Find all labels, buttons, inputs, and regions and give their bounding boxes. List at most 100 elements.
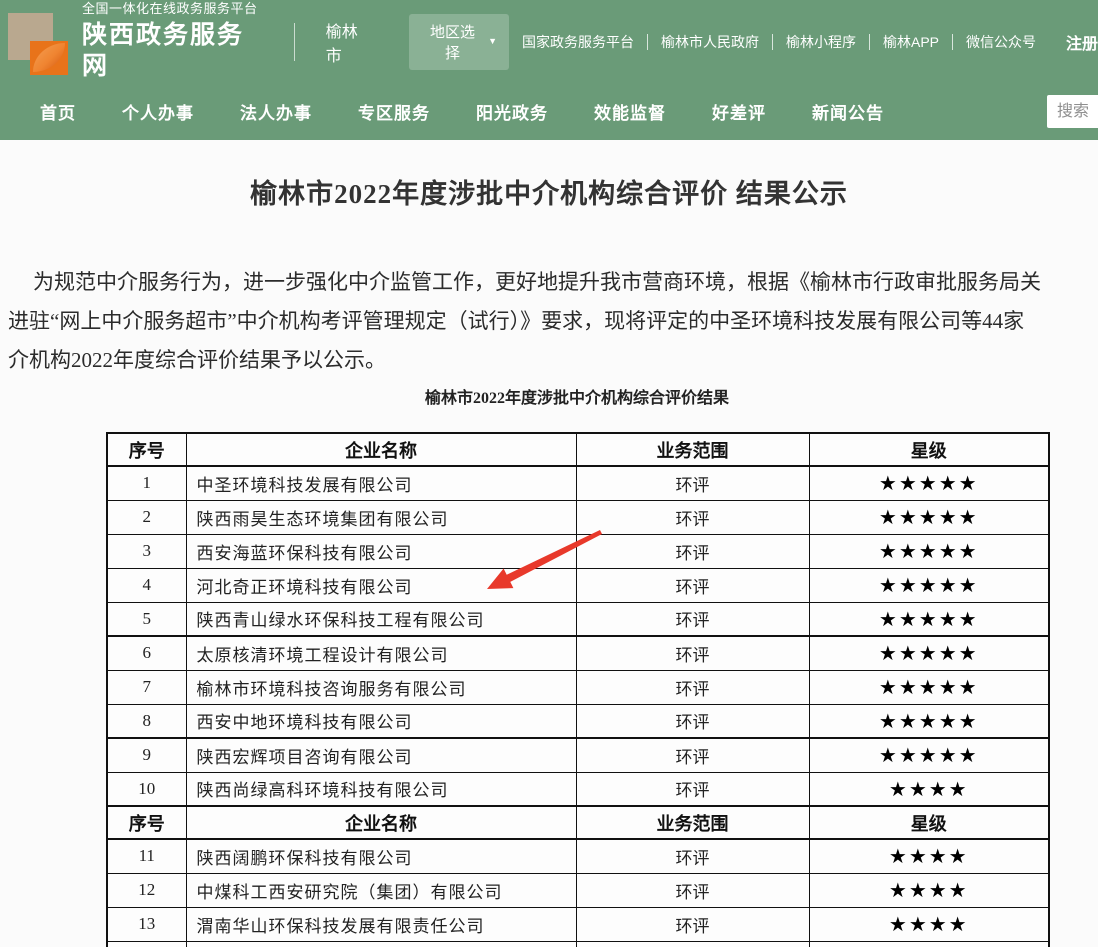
stars-cell: ★★★★★ (809, 670, 1049, 704)
table-header-row: 序号企业名称业务范围星级 (107, 433, 1049, 466)
table-row: 1中圣环境科技发展有限公司环评★★★★★ (107, 466, 1049, 500)
table-row: 12中煤科工西安研究院（集团）有限公司环评★★★★ (107, 873, 1049, 907)
scope-cell: 环评 (576, 772, 809, 806)
column-header: 企业名称 (186, 806, 576, 839)
top-link[interactable]: 国家政务服务平台 (509, 34, 648, 50)
stars-cell: ★★★★★ (809, 500, 1049, 534)
document-content: 榆林市2022年度涉批中介机构综合评价 结果公示 为规范中介服务行为，进一步强化… (0, 140, 1098, 947)
paragraph-line: 介机构2022年度综合评价结果予以公示。 (8, 341, 1098, 380)
main-nav: 首页 个人办事 法人办事 专区服务 阳光政务 效能监督 好差评 新闻公告 (0, 83, 1098, 140)
nav-item-2[interactable]: 个人办事 (122, 99, 194, 124)
company-name-cell: 西安中地环境科技有限公司 (186, 704, 576, 738)
site-logo[interactable] (8, 13, 68, 75)
row-index-cell: 5 (107, 602, 186, 636)
row-index-cell: 11 (107, 839, 186, 873)
nav-item-3[interactable]: 法人办事 (240, 99, 312, 124)
table-row: 5陕西青山绿水环保科技工程有限公司环评★★★★★ (107, 602, 1049, 636)
company-name-cell: 榆林市环境科技咨询服务有限公司 (186, 670, 576, 704)
table-row-partial (107, 941, 1049, 947)
current-city-label: 榆林市 (326, 18, 372, 66)
top-link[interactable]: 榆林小程序 (773, 34, 870, 50)
empty-cell (186, 941, 576, 947)
scope-cell: 环评 (576, 670, 809, 704)
column-header: 业务范围 (576, 433, 809, 466)
nav-items: 首页 个人办事 法人办事 专区服务 阳光政务 效能监督 好差评 新闻公告 (40, 99, 930, 124)
empty-cell (809, 941, 1049, 947)
column-header: 业务范围 (576, 806, 809, 839)
column-header: 序号 (107, 433, 186, 466)
nav-item-6[interactable]: 效能监督 (594, 99, 666, 124)
company-name-cell: 中煤科工西安研究院（集团）有限公司 (186, 873, 576, 907)
region-select-button[interactable]: 地区选择 ▼ (409, 14, 509, 70)
page-title: 榆林市2022年度涉批中介机构综合评价 结果公示 (0, 178, 1098, 210)
search-input[interactable] (1047, 95, 1098, 128)
nav-item-8[interactable]: 新闻公告 (812, 99, 884, 124)
site-header: 全国一体化在线政务服务平台 陕西政务服务网 榆林市 地区选择 ▼ 国家政务服务平… (0, 0, 1098, 140)
table-row: 9陕西宏辉项目咨询有限公司环评★★★★★ (107, 738, 1049, 772)
top-links: 国家政务服务平台榆林市人民政府榆林小程序榆林APP微信公众号 (509, 34, 1049, 50)
nav-item-1[interactable]: 首页 (40, 99, 76, 124)
company-name-cell: 陕西阔鹏环保科技有限公司 (186, 839, 576, 873)
row-index-cell: 8 (107, 704, 186, 738)
top-link[interactable]: 榆林市人民政府 (648, 34, 773, 50)
nav-item-5[interactable]: 阳光政务 (476, 99, 548, 124)
row-index-cell: 13 (107, 907, 186, 941)
scope-cell: 环评 (576, 907, 809, 941)
platform-label: 全国一体化在线政务服务平台 (82, 1, 264, 17)
company-name-cell: 陕西尚绿高科环境科技有限公司 (186, 772, 576, 806)
header-divider (294, 23, 295, 61)
scope-cell: 环评 (576, 738, 809, 772)
column-header: 序号 (107, 806, 186, 839)
empty-cell (576, 941, 809, 947)
scope-cell: 环评 (576, 500, 809, 534)
nav-item-4[interactable]: 专区服务 (358, 99, 430, 124)
region-select-label: 地区选择 (424, 21, 481, 63)
evaluation-results-table: 序号企业名称业务范围星级1中圣环境科技发展有限公司环评★★★★★2陕西雨昊生态环… (106, 432, 1050, 947)
top-link[interactable]: 微信公众号 (953, 34, 1049, 50)
site-name: 陕西政务服务网 (82, 20, 264, 83)
stars-cell: ★★★★★ (809, 602, 1049, 636)
stars-cell: ★★★★ (809, 873, 1049, 907)
stars-cell: ★★★★★ (809, 534, 1049, 568)
column-header: 星级 (809, 806, 1049, 839)
company-name-cell: 陕西青山绿水环保科技工程有限公司 (186, 602, 576, 636)
stars-cell: ★★★★★ (809, 568, 1049, 602)
top-link[interactable]: 榆林APP (870, 34, 953, 50)
company-name-cell: 西安海蓝环保科技有限公司 (186, 534, 576, 568)
table-row: 2陕西雨昊生态环境集团有限公司环评★★★★★ (107, 500, 1049, 534)
row-index-cell: 9 (107, 738, 186, 772)
row-index-cell: 12 (107, 873, 186, 907)
register-link[interactable]: 注册 (1066, 30, 1098, 54)
stars-cell: ★★★★ (809, 907, 1049, 941)
paragraph-line: 进驻“网上中介服务超市”中介机构考评管理规定（试行）》要求，现将评定的中圣环境科… (8, 302, 1098, 341)
nav-item-7[interactable]: 好差评 (712, 99, 766, 124)
row-index-cell: 10 (107, 772, 186, 806)
table-caption: 榆林市2022年度涉批中介机构综合评价结果 (106, 388, 1048, 410)
stars-cell: ★★★★★ (809, 466, 1049, 500)
table-header-row: 序号企业名称业务范围星级 (107, 806, 1049, 839)
row-index-cell: 6 (107, 636, 186, 670)
page: 全国一体化在线政务服务平台 陕西政务服务网 榆林市 地区选择 ▼ 国家政务服务平… (0, 0, 1098, 947)
table-row: 11陕西阔鹏环保科技有限公司环评★★★★ (107, 839, 1049, 873)
column-header: 企业名称 (186, 433, 576, 466)
scope-cell: 环评 (576, 534, 809, 568)
paragraph-line: 为规范中介服务行为，进一步强化中介监管工作，更好地提升我市营商环境，根据《榆林市… (8, 263, 1098, 302)
table-row: 3西安海蓝环保科技有限公司环评★★★★★ (107, 534, 1049, 568)
stars-cell: ★★★★★ (809, 636, 1049, 670)
row-index-cell: 1 (107, 466, 186, 500)
logo-orange-square (30, 41, 68, 75)
row-index-cell: 3 (107, 534, 186, 568)
company-name-cell: 渭南华山环保科技发展有限责任公司 (186, 907, 576, 941)
table-row: 8西安中地环境科技有限公司环评★★★★★ (107, 704, 1049, 738)
company-name-cell: 太原核清环境工程设计有限公司 (186, 636, 576, 670)
table-row: 7榆林市环境科技咨询服务有限公司环评★★★★★ (107, 670, 1049, 704)
scope-cell: 环评 (576, 839, 809, 873)
stars-cell: ★★★★ (809, 839, 1049, 873)
logo-leaf-icon (33, 43, 65, 72)
header-top-row: 全国一体化在线政务服务平台 陕西政务服务网 榆林市 地区选择 ▼ 国家政务服务平… (0, 0, 1098, 83)
company-name-cell: 陕西宏辉项目咨询有限公司 (186, 738, 576, 772)
empty-cell (107, 941, 186, 947)
row-index-cell: 4 (107, 568, 186, 602)
table-body: 序号企业名称业务范围星级1中圣环境科技发展有限公司环评★★★★★2陕西雨昊生态环… (107, 433, 1049, 947)
stars-cell: ★★★★★ (809, 704, 1049, 738)
